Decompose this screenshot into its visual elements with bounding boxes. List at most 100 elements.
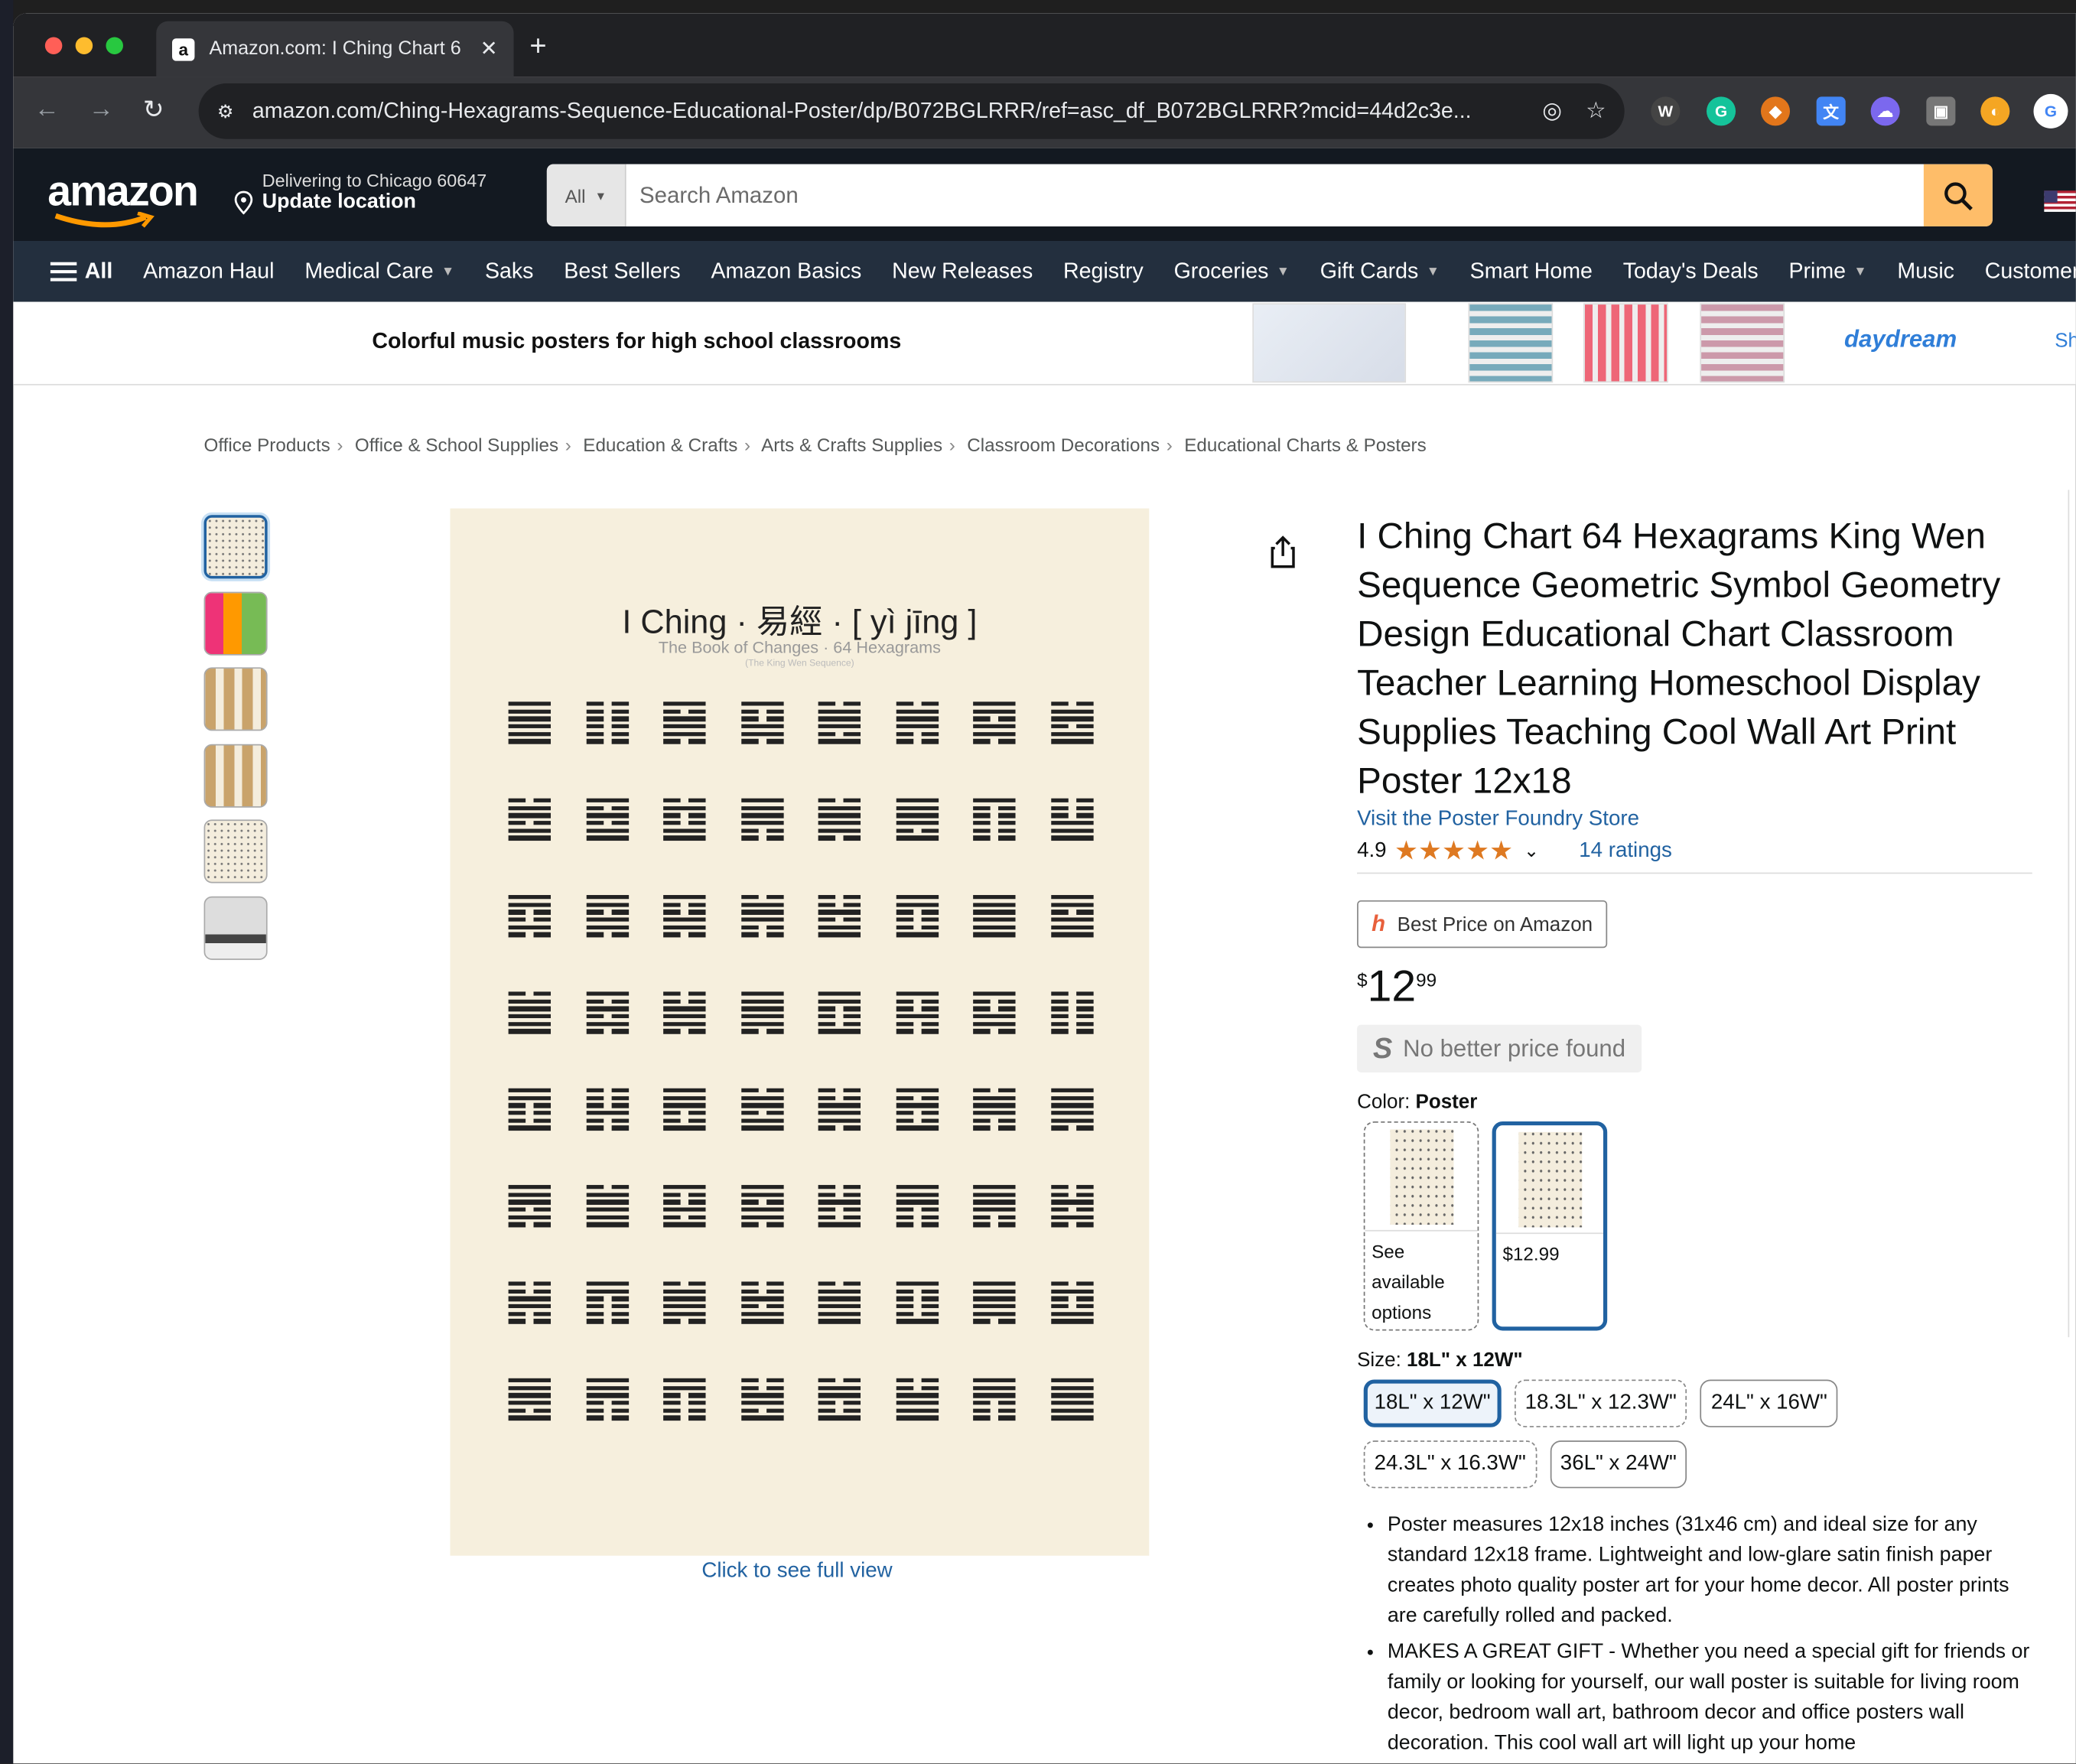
back-icon[interactable]: ←: [34, 96, 60, 125]
thumbnail-poster[interactable]: [203, 515, 268, 579]
share-icon[interactable]: [1268, 535, 1297, 569]
best-price-button[interactable]: h Best Price on Amazon: [1357, 900, 1608, 949]
hexagram: [568, 978, 645, 1075]
nav-item-amazon-haul[interactable]: Amazon Haul: [143, 259, 274, 284]
hexagram-line: [740, 1192, 783, 1197]
eye-off-icon[interactable]: ◎: [1542, 98, 1562, 125]
hexagram-line: [663, 828, 706, 833]
size-option[interactable]: 36L" x 24W": [1549, 1440, 1687, 1489]
nav-item-smart-home[interactable]: Smart Home: [1470, 259, 1593, 284]
ratings-count-link[interactable]: 14 ratings: [1579, 838, 1672, 862]
banner-poster-image[interactable]: [1583, 303, 1668, 383]
banner-poster-image[interactable]: [1700, 303, 1785, 383]
nav-item-best-sellers[interactable]: Best Sellers: [564, 259, 680, 284]
nav-item-registry[interactable]: Registry: [1063, 259, 1144, 284]
size-option[interactable]: 24L" x 16W": [1700, 1379, 1838, 1427]
hexagram-line: [585, 835, 629, 841]
address-bar[interactable]: ⚙ amazon.com/Ching-Hexagrams-Sequence-Ed…: [198, 83, 1625, 139]
hexagram-line: [1050, 1007, 1093, 1011]
site-settings-icon[interactable]: ⚙: [217, 100, 234, 122]
chevron-down-icon[interactable]: ⌄: [1524, 839, 1539, 861]
breadcrumb-item[interactable]: Classroom Decorations: [967, 434, 1160, 456]
grammarly-extension-icon[interactable]: G: [1707, 96, 1736, 126]
zoom-window-button[interactable]: [106, 37, 123, 54]
star-rating-icon[interactable]: ★★★★★: [1394, 834, 1513, 867]
nav-item-new-releases[interactable]: New Releases: [892, 259, 1033, 284]
breadcrumb-item[interactable]: Arts & Crafts Supplies: [761, 434, 942, 456]
nav-item-gift-cards[interactable]: Gift Cards ▼: [1320, 259, 1440, 284]
close-window-button[interactable]: [44, 37, 63, 54]
breadcrumb-item[interactable]: Office & School Supplies: [355, 434, 558, 456]
hexagram-line: [585, 1088, 629, 1093]
delivery-location[interactable]: Delivering to Chicago 60647 Update locat…: [262, 171, 487, 214]
breadcrumb-item[interactable]: Educational Charts & Posters: [1184, 434, 1427, 456]
breadcrumb-item[interactable]: Office Products: [204, 434, 330, 456]
thumbnail-room[interactable]: [203, 895, 268, 959]
moon-extension-icon[interactable]: ◐: [1980, 96, 2010, 126]
color-swatch-unavailable[interactable]: See available options: [1363, 1121, 1479, 1331]
reload-icon[interactable]: ↻: [143, 96, 164, 126]
hexagram-line: [740, 806, 783, 811]
store-link[interactable]: Visit the Poster Foundry Store: [1357, 808, 2032, 832]
size-option-selected[interactable]: 18L" x 12W": [1363, 1379, 1502, 1427]
all-menu-button[interactable]: All: [50, 259, 112, 284]
thumbnail-frames[interactable]: [203, 667, 268, 731]
hexagram-line: [663, 1385, 706, 1391]
main-product-image[interactable]: I Ching · 易經 · [ yì jīng ] The Book of C…: [450, 508, 1150, 1556]
hexagram-line: [973, 717, 1016, 721]
hexagram-line: [895, 1281, 939, 1287]
banner-shop-link[interactable]: Sh: [2055, 330, 2076, 352]
amazon-logo[interactable]: amazon: [47, 167, 199, 216]
banner-classroom-image[interactable]: [1252, 303, 1407, 383]
new-tab-icon[interactable]: +: [529, 29, 546, 63]
nav-item-medical-care[interactable]: Medical Care ▼: [304, 259, 454, 284]
hexagram-line: [508, 1185, 552, 1190]
daydream-logo[interactable]: daydream: [1844, 326, 1957, 353]
forward-icon[interactable]: →: [89, 96, 114, 125]
thumbnail-sizes[interactable]: [203, 591, 268, 655]
hexagram-line: [1050, 813, 1093, 819]
thumbnail-frames[interactable]: [203, 743, 268, 807]
hexagram: [878, 978, 955, 1075]
fox-extension-icon[interactable]: ◆: [1760, 96, 1791, 126]
hexagram-line: [973, 1303, 1016, 1309]
nav-item-saks[interactable]: Saks: [485, 259, 533, 284]
search-input[interactable]: [626, 164, 1924, 226]
hexagram: [646, 1075, 723, 1171]
banner-poster-image[interactable]: [1468, 303, 1554, 383]
hexagram-line: [585, 1103, 629, 1108]
hexagram-line: [663, 1297, 706, 1301]
screen: a Amazon.com: I Ching Chart 6 ✕ + ← → ↻ …: [0, 0, 2076, 1764]
nav-item-prime[interactable]: Prime ▼: [1788, 259, 1866, 284]
nav-item-groceries[interactable]: Groceries ▼: [1174, 259, 1290, 284]
breadcrumb-item[interactable]: Education & Crafts: [583, 434, 737, 456]
cube-extension-icon[interactable]: ▣: [1926, 96, 1956, 126]
full-view-link[interactable]: Click to see full view: [701, 1560, 892, 1583]
search-button[interactable]: [1923, 164, 1993, 226]
wikiwand-extension-icon[interactable]: W: [1651, 96, 1681, 126]
sponsored-banner[interactable]: Colorful music posters for high school c…: [13, 301, 2076, 386]
size-option[interactable]: 24.3L" x 16.3W": [1363, 1440, 1537, 1489]
close-tab-icon[interactable]: ✕: [480, 36, 498, 63]
nav-item-todays-deals[interactable]: Today's Deals: [1623, 259, 1759, 284]
thumbnail-poster[interactable]: [203, 819, 268, 884]
us-flag-icon[interactable]: [2044, 190, 2076, 212]
hexagram-lines: [895, 1378, 939, 1424]
hexagram-line: [740, 1297, 783, 1301]
hexagram: [878, 1172, 955, 1268]
minimize-window-button[interactable]: [75, 37, 93, 54]
search-category-dropdown[interactable]: All ▼: [546, 164, 626, 226]
browser-tab[interactable]: a Amazon.com: I Ching Chart 6 ✕: [156, 21, 514, 77]
color-swatch-selected[interactable]: $12.99: [1492, 1121, 1608, 1331]
nav-item-amazon-basics[interactable]: Amazon Basics: [711, 259, 861, 284]
hexagram-line: [818, 991, 861, 997]
hexagram-line: [1050, 1289, 1093, 1294]
nav-item-music[interactable]: Music: [1897, 259, 1954, 284]
profile-avatar-icon[interactable]: G: [2033, 93, 2068, 129]
cloud-extension-icon[interactable]: ☁: [1870, 96, 1900, 126]
size-option[interactable]: 18.3L" x 12.3W": [1514, 1379, 1687, 1427]
nav-item-customer-service[interactable]: Customer Service: [1985, 259, 2076, 284]
bookmark-star-icon[interactable]: ☆: [1586, 98, 1606, 125]
hexagram-line: [740, 835, 783, 841]
translate-extension-icon[interactable]: 文: [1816, 96, 1846, 126]
